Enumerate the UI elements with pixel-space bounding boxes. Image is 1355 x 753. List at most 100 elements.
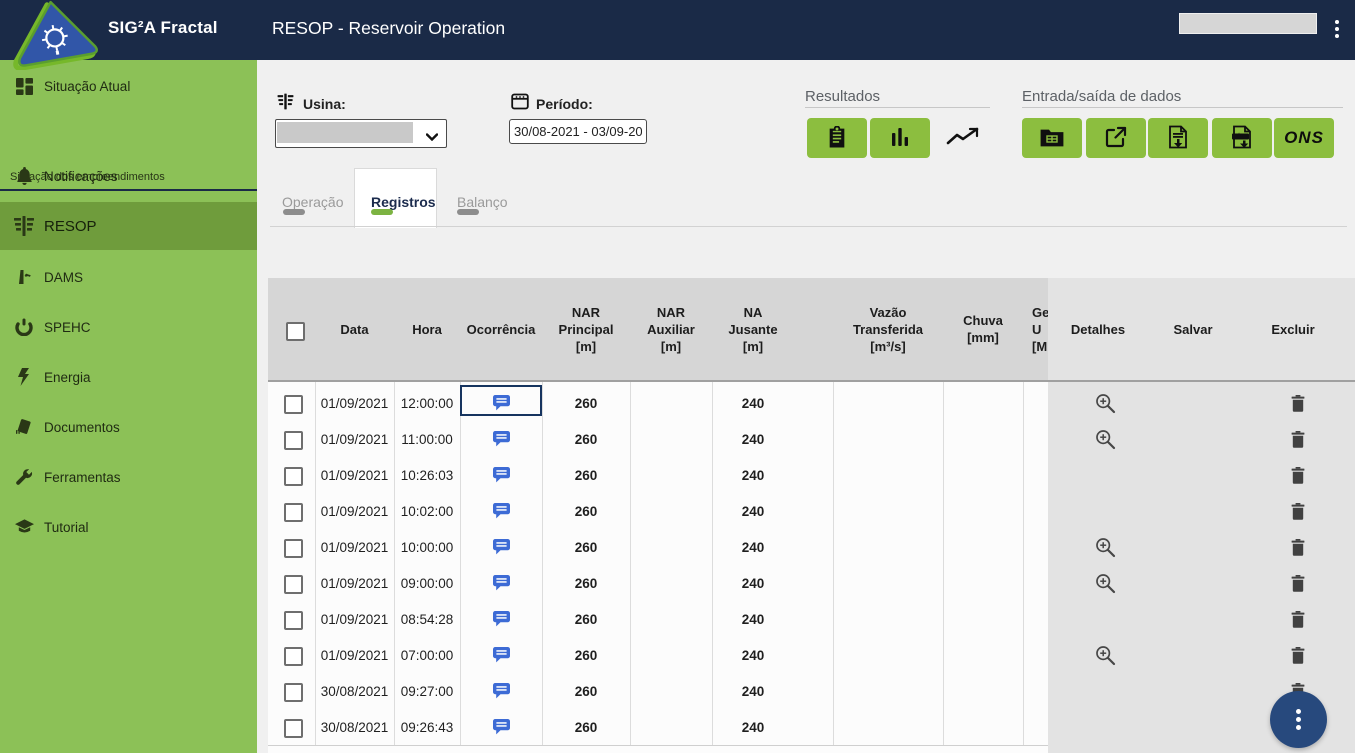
delete-trash-icon[interactable] (1290, 574, 1306, 592)
delete-trash-icon[interactable] (1290, 502, 1306, 520)
col-header-nar_principal: NAR Principal [m] (558, 304, 614, 354)
calendar-icon (511, 92, 529, 115)
ons-logo: ONS (1284, 128, 1324, 147)
folder-table-button[interactable] (1022, 118, 1082, 158)
cell-na-jusante: 240 (741, 503, 765, 519)
occurrence-comment-icon[interactable] (492, 502, 510, 520)
occurrence-comment-icon[interactable] (492, 466, 510, 484)
occurrence-comment-icon[interactable] (492, 538, 510, 556)
usina-label: Usina: (303, 96, 346, 112)
col-header-na_jusante: NA Jusante [m] (728, 304, 778, 354)
delete-trash-icon[interactable] (1290, 466, 1306, 484)
sidebar-item-energia[interactable]: Energia (0, 363, 257, 391)
details-zoom-in-icon[interactable] (1094, 644, 1116, 666)
row-checkbox[interactable] (284, 683, 303, 702)
row-checkbox[interactable] (284, 431, 303, 450)
row-checkbox[interactable] (284, 395, 303, 414)
usina-select[interactable] (275, 119, 447, 148)
cell-nar-auxiliar (630, 457, 712, 493)
details-zoom-in-icon[interactable] (1094, 536, 1116, 558)
details-zoom-in-icon[interactable] (1094, 428, 1116, 450)
row-checkbox[interactable] (284, 503, 303, 522)
details-zoom-in-icon[interactable] (1094, 572, 1116, 594)
select-all-checkbox[interactable] (286, 322, 305, 341)
row-checkbox[interactable] (284, 647, 303, 666)
bar-chart-button[interactable] (870, 118, 930, 158)
cell-nar-principal: 260 (574, 575, 598, 591)
details-zoom-in-icon[interactable] (1094, 392, 1116, 414)
delete-trash-icon[interactable] (1290, 610, 1306, 628)
sidebar-item-label: Situação Atual (44, 78, 131, 94)
row-checkbox[interactable] (284, 575, 303, 594)
bar-chart-icon (890, 127, 910, 149)
cell-nar-principal: 260 (574, 539, 598, 555)
cell-date: 01/09/2021 (320, 431, 389, 447)
pinned-actions-panel: Detalhes Salvar Excluir (1048, 278, 1355, 753)
line-chart-button[interactable] (945, 125, 981, 151)
occurrence-comment-icon[interactable] (492, 682, 510, 700)
cell-time: 12:00:00 (400, 395, 454, 411)
row-checkbox[interactable] (284, 611, 303, 630)
delete-trash-icon[interactable] (1290, 430, 1306, 448)
cell-time: 10:00:00 (400, 539, 454, 555)
cell-nar-principal: 260 (574, 647, 598, 663)
cell-date: 01/09/2021 (320, 647, 389, 663)
line-chart-icon (946, 127, 980, 150)
kebab-menu-icon[interactable] (1326, 14, 1348, 44)
results-panel-title: Resultados (805, 88, 881, 105)
usina-select-value (277, 122, 413, 143)
col-header-nar_auxiliar: NAR Auxiliar [m] (647, 304, 695, 354)
delete-trash-icon[interactable] (1290, 646, 1306, 664)
clipboard-report-icon (827, 124, 847, 151)
cell-vazao-transferida (833, 673, 943, 709)
table-header-border (268, 380, 1355, 382)
search-input[interactable] (1179, 13, 1317, 34)
sidebar-item-label: SPEHC (44, 319, 91, 335)
ons-export-button[interactable]: ONS (1274, 118, 1334, 158)
dashboard-icon (14, 76, 34, 96)
sidebar-item-ferramentas[interactable]: Ferramentas (0, 463, 257, 491)
sidebar-item-resop[interactable]: RESOP (0, 202, 257, 250)
cell-vazao-transferida (833, 421, 943, 457)
sidebar-item-spehc[interactable]: SPEHC (0, 313, 257, 341)
cell-vazao-transferida (833, 565, 943, 601)
cell-date: 01/09/2021 (320, 575, 389, 591)
sidebar-item-situacao-atual[interactable]: Situação Atual (0, 72, 257, 100)
sidebar-item-notificacoes[interactable]: Notificações (0, 162, 257, 190)
open-in-new-button[interactable] (1086, 118, 1146, 158)
io-panel-rule (1022, 107, 1343, 108)
cell-date: 01/09/2021 (320, 611, 389, 627)
occurrence-comment-icon[interactable] (492, 718, 510, 736)
sidebar-item-label: DAMS (44, 269, 84, 285)
sidebar-item-documentos[interactable]: Documentos (0, 413, 257, 441)
bell-icon (14, 166, 34, 186)
periodo-input[interactable] (509, 119, 647, 144)
row-checkbox[interactable] (284, 719, 303, 738)
cell-chuva (943, 601, 1023, 637)
occurrence-comment-icon[interactable] (492, 430, 510, 448)
chevron-down-icon (425, 128, 439, 146)
cell-time: 09:00:00 (400, 575, 454, 591)
brand-title: SIG²A Fractal (108, 18, 218, 37)
sidebar-item-label: Tutorial (44, 519, 89, 535)
cell-nar-auxiliar (630, 493, 712, 529)
file-download-button[interactable] (1148, 118, 1208, 158)
file-calc-download-button[interactable]: CALC (1212, 118, 1272, 158)
col-header-data: Data (340, 321, 369, 337)
occurrence-comment-icon[interactable] (492, 574, 510, 592)
cell-chuva (943, 385, 1023, 421)
cell-date: 01/09/2021 (320, 467, 389, 483)
occurrence-comment-icon[interactable] (492, 646, 510, 664)
row-checkbox[interactable] (284, 467, 303, 486)
cell-chuva (943, 565, 1023, 601)
fab-more-button[interactable] (1270, 691, 1327, 748)
delete-trash-icon[interactable] (1290, 394, 1306, 412)
delete-trash-icon[interactable] (1290, 538, 1306, 556)
sidebar-item-tutorial[interactable]: Tutorial (0, 513, 257, 541)
occurrence-comment-icon[interactable] (492, 610, 510, 628)
row-checkbox[interactable] (284, 539, 303, 558)
report-button[interactable] (807, 118, 867, 158)
cell-time: 07:00:00 (400, 647, 454, 663)
tab-registros-indicator (371, 209, 393, 215)
sidebar-item-dams[interactable]: DAMS (0, 263, 257, 291)
